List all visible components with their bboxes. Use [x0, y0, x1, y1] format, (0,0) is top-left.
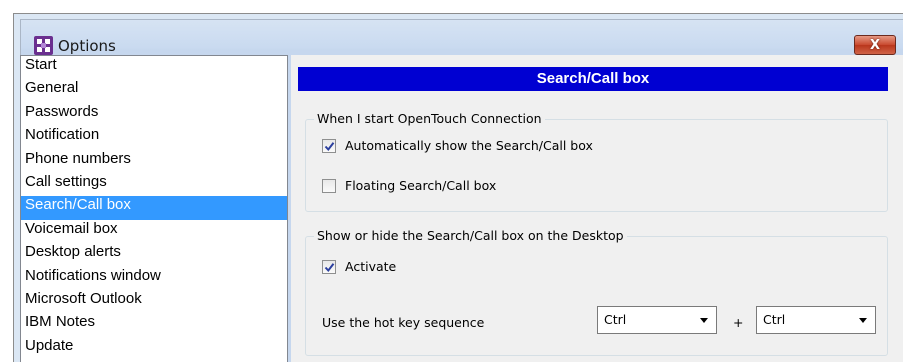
auto-show-checkbox[interactable]	[322, 138, 336, 153]
nav-item-search-call-box[interactable]: Search/Call box	[21, 196, 287, 220]
window-title: Options	[58, 37, 116, 55]
auto-show-label: Automatically show the Search/Call box	[345, 138, 593, 153]
checkmark-icon	[324, 141, 335, 151]
settings-panel: Search/Call box When I start OpenTouch C…	[291, 55, 903, 362]
nav-item-notification[interactable]: Notification	[21, 126, 287, 149]
close-icon: X	[869, 37, 881, 53]
hotkey-second-select[interactable]: Ctrl	[756, 306, 876, 334]
nav-item-update[interactable]: Update	[21, 337, 287, 360]
opentouch-app-icon	[34, 36, 53, 55]
hotkey-label: Use the hot key sequence	[322, 315, 485, 330]
nav-item-voicemail-box[interactable]: Voicemail box	[21, 220, 287, 243]
hotkey-first-value: Ctrl	[604, 312, 627, 327]
floating-checkbox-row[interactable]: Floating Search/Call box	[322, 178, 496, 193]
nav-item-phone-numbers[interactable]: Phone numbers	[21, 150, 287, 173]
activate-label: Activate	[345, 259, 397, 274]
checkmark-icon	[324, 262, 335, 272]
startup-group-label: When I start OpenTouch Connection	[314, 111, 545, 126]
chevron-down-icon	[700, 318, 708, 323]
activate-checkbox[interactable]	[322, 259, 336, 274]
chevron-down-icon	[859, 318, 867, 323]
floating-checkbox[interactable]	[322, 178, 336, 193]
nav-item-call-settings[interactable]: Call settings	[21, 173, 287, 196]
hotkey-first-select[interactable]: Ctrl	[597, 306, 717, 334]
options-category-list[interactable]: Start General Passwords Notification Phone n…	[20, 55, 288, 362]
hotkey-second-value: Ctrl	[763, 312, 786, 327]
nav-item-passwords[interactable]: Passwords	[21, 103, 287, 126]
desktop-group-label: Show or hide the Search/Call box on the …	[314, 228, 627, 243]
nav-item-microsoft-outlook[interactable]: Microsoft Outlook	[21, 290, 287, 313]
startup-group: When I start OpenTouch Connection Automa…	[305, 111, 888, 212]
nav-item-notifications-window[interactable]: Notifications window	[21, 267, 287, 290]
panel-title: Search/Call box	[298, 67, 888, 91]
auto-show-checkbox-row[interactable]: Automatically show the Search/Call box	[322, 138, 593, 153]
nav-item-general[interactable]: General	[21, 79, 287, 102]
desktop-group: Show or hide the Search/Call box on the …	[305, 228, 888, 356]
plus-separator: +	[733, 315, 744, 330]
nav-item-desktop-alerts[interactable]: Desktop alerts	[21, 243, 287, 266]
floating-label: Floating Search/Call box	[345, 178, 497, 193]
nav-item-start[interactable]: Start	[21, 56, 287, 79]
nav-item-ibm-notes[interactable]: IBM Notes	[21, 313, 287, 336]
close-button[interactable]: X	[854, 35, 896, 55]
activate-checkbox-row[interactable]: Activate	[322, 259, 396, 274]
